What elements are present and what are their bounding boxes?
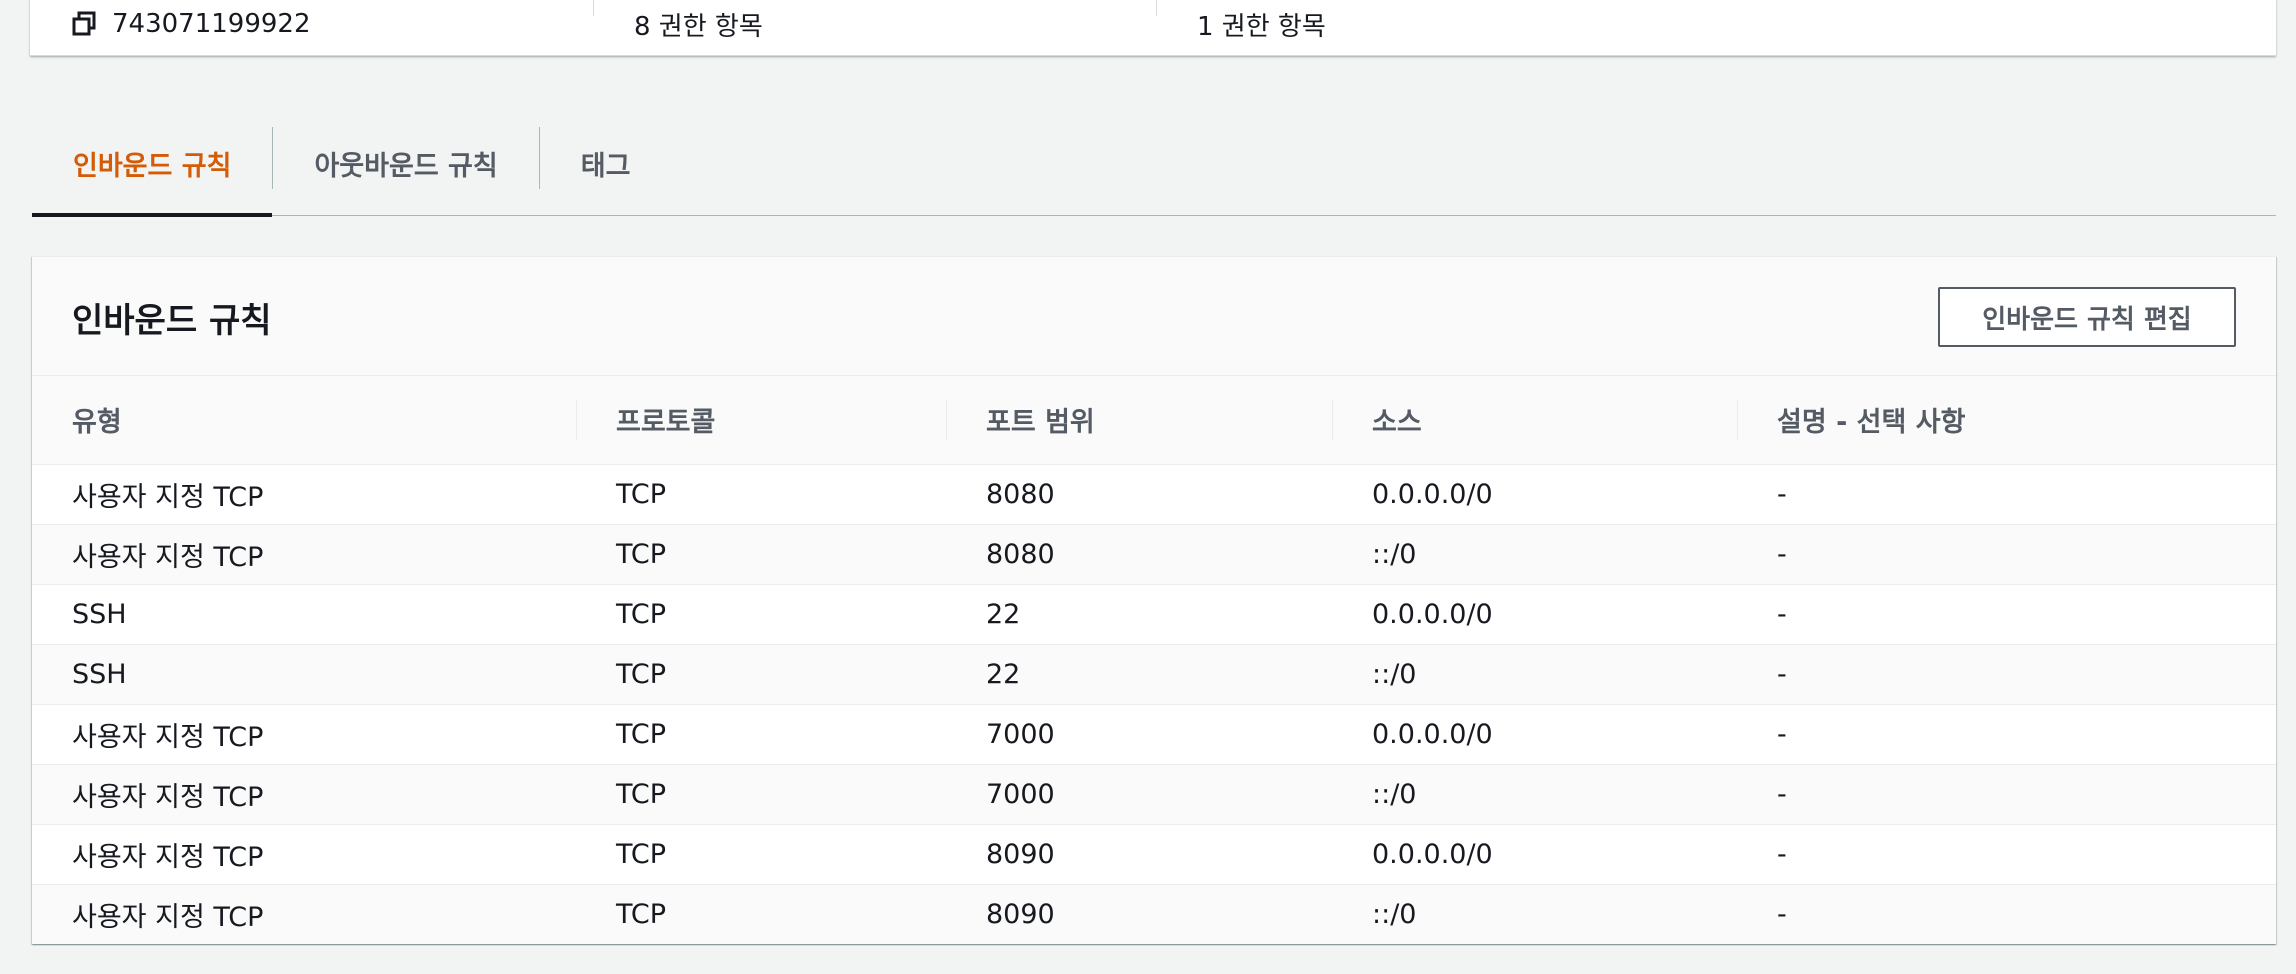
cell-type: SSH xyxy=(32,644,576,705)
cell-protocol: TCP xyxy=(576,824,946,885)
cell-description: - xyxy=(1737,464,2276,525)
cell-source: ::/0 xyxy=(1332,764,1737,825)
cell-description: - xyxy=(1737,584,2276,645)
cell-type: 사용자 지정 TCP xyxy=(32,464,576,525)
table-row: 사용자 지정 TCP TCP 8080 ::/0 - xyxy=(32,524,2276,585)
table-row: 사용자 지정 TCP TCP 8090 0.0.0.0/0 - xyxy=(32,824,2276,885)
cell-port-range: 8080 xyxy=(946,524,1332,585)
column-header-port-range[interactable]: 포트 범위 xyxy=(946,376,1332,465)
cell-description: - xyxy=(1737,524,2276,585)
cell-protocol: TCP xyxy=(576,644,946,705)
column-header-source[interactable]: 소스 xyxy=(1332,376,1737,465)
cell-port-range: 8090 xyxy=(946,884,1332,944)
cell-source: 0.0.0.0/0 xyxy=(1332,824,1737,885)
inbound-rules-table: 유형 프로토콜 포트 범위 소스 설명 - 선택 사항 사용자 지정 TCP T… xyxy=(32,376,2276,944)
outbound-count-cell: 1 권한 항목 xyxy=(1156,0,1719,42)
table-row: SSH TCP 22 0.0.0.0/0 - xyxy=(32,584,2276,645)
table-row: 사용자 지정 TCP TCP 7000 0.0.0.0/0 - xyxy=(32,704,2276,765)
cell-protocol: TCP xyxy=(576,764,946,825)
tab-inbound-rules[interactable]: 인바운드 규칙 xyxy=(32,112,273,217)
cell-description: - xyxy=(1737,764,2276,825)
cell-source: 0.0.0.0/0 xyxy=(1332,464,1737,525)
owner-id: 743071199922 xyxy=(112,9,311,39)
table-row: 사용자 지정 TCP TCP 8090 ::/0 - xyxy=(32,884,2276,944)
inbound-count: 8 권한 항목 xyxy=(634,11,763,42)
table-row: SSH TCP 22 ::/0 - xyxy=(32,644,2276,705)
cell-type: 사용자 지정 TCP xyxy=(32,824,576,885)
column-header-description[interactable]: 설명 - 선택 사항 xyxy=(1737,376,2276,465)
table-header-row: 유형 프로토콜 포트 범위 소스 설명 - 선택 사항 xyxy=(32,376,2276,465)
cell-protocol: TCP xyxy=(576,464,946,525)
table-row: 사용자 지정 TCP TCP 8080 0.0.0.0/0 - xyxy=(32,464,2276,525)
inbound-count-cell: 8 권한 항목 xyxy=(593,0,1156,42)
cell-port-range: 8080 xyxy=(946,464,1332,525)
edit-inbound-rules-button[interactable]: 인바운드 규칙 편집 xyxy=(1938,287,2236,347)
cell-type: 사용자 지정 TCP xyxy=(32,884,576,944)
cell-port-range: 7000 xyxy=(946,704,1332,765)
cell-type: 사용자 지정 TCP xyxy=(32,524,576,585)
cell-description: - xyxy=(1737,824,2276,885)
cell-port-range: 22 xyxy=(946,584,1332,645)
cell-source: ::/0 xyxy=(1332,524,1737,585)
cell-type: SSH xyxy=(32,584,576,645)
cell-description: - xyxy=(1737,884,2276,944)
cell-protocol: TCP xyxy=(576,704,946,765)
copy-icon[interactable] xyxy=(72,11,98,37)
cell-protocol: TCP xyxy=(576,884,946,944)
inbound-rules-panel: 인바운드 규칙 인바운드 규칙 편집 유형 프로토콜 포트 범위 소스 설명 -… xyxy=(32,256,2276,944)
column-header-type[interactable]: 유형 xyxy=(32,376,576,465)
cell-type: 사용자 지정 TCP xyxy=(32,704,576,765)
outbound-count: 1 권한 항목 xyxy=(1197,11,1326,42)
tab-outbound-rules[interactable]: 아웃바운드 규칙 xyxy=(273,112,538,215)
panel-header: 인바운드 규칙 인바운드 규칙 편집 xyxy=(32,256,2276,376)
column-header-protocol[interactable]: 프로토콜 xyxy=(576,376,946,465)
panel-title: 인바운드 규칙 xyxy=(72,301,272,341)
cell-port-range: 22 xyxy=(946,644,1332,705)
rules-tabs: 인바운드 규칙 아웃바운드 규칙 태그 xyxy=(32,112,2276,217)
cell-source: 0.0.0.0/0 xyxy=(1332,584,1737,645)
cell-protocol: TCP xyxy=(576,524,946,585)
cell-port-range: 8090 xyxy=(946,824,1332,885)
cell-source: ::/0 xyxy=(1332,644,1737,705)
cell-source: 0.0.0.0/0 xyxy=(1332,704,1737,765)
summary-card: 743071199922 8 권한 항목 1 권한 항목 xyxy=(30,0,2276,56)
cell-protocol: TCP xyxy=(576,584,946,645)
cell-port-range: 7000 xyxy=(946,764,1332,825)
cell-description: - xyxy=(1737,644,2276,705)
owner-id-cell: 743071199922 xyxy=(30,0,593,39)
cell-description: - xyxy=(1737,704,2276,765)
cell-type: 사용자 지정 TCP xyxy=(32,764,576,825)
cell-source: ::/0 xyxy=(1332,884,1737,944)
table-row: 사용자 지정 TCP TCP 7000 ::/0 - xyxy=(32,764,2276,825)
tab-tags[interactable]: 태그 xyxy=(540,112,672,215)
